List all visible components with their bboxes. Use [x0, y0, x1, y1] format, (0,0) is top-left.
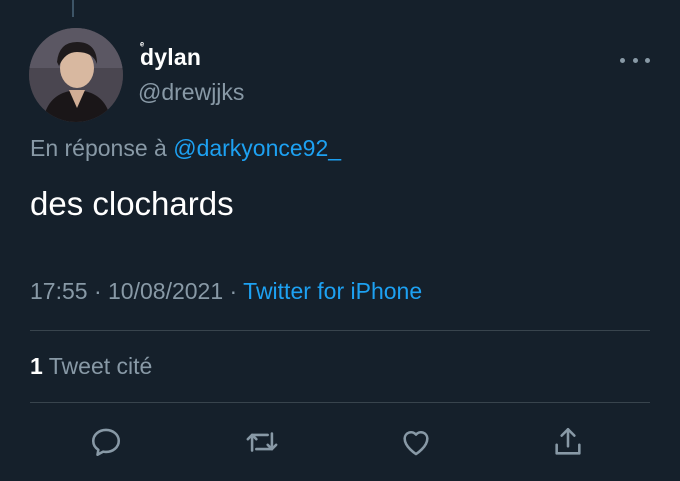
reply-button[interactable]: [84, 420, 128, 464]
avatar[interactable]: [29, 28, 123, 122]
reply-mention-link[interactable]: @darkyonce92_: [173, 135, 341, 161]
tweet-date[interactable]: 10/08/2021: [108, 278, 223, 304]
reply-context: En réponse à @darkyonce92_: [30, 135, 341, 162]
user-handle[interactable]: @drewjjks: [138, 79, 244, 106]
display-name[interactable]: dylan: [140, 44, 201, 71]
tweet-metadata: 17:55 · 10/08/2021 · Twitter for iPhone: [30, 278, 422, 305]
reply-prefix: En réponse à: [30, 135, 167, 161]
quote-label: Tweet cité: [48, 353, 153, 379]
share-button[interactable]: [546, 420, 590, 464]
quote-count: 1: [30, 353, 43, 379]
avatar-image: [29, 28, 123, 122]
divider: [30, 330, 650, 331]
meta-separator: ·: [223, 278, 244, 304]
heart-icon: [403, 430, 429, 456]
retweet-button[interactable]: [240, 420, 284, 464]
tweet-time[interactable]: 17:55: [30, 278, 88, 304]
quote-tweets-stat[interactable]: 1 Tweet cité: [30, 353, 152, 380]
more-horizontal-icon: [620, 57, 625, 63]
tweet-text: des clochards: [30, 185, 234, 222]
tweet-actions-bar: [0, 420, 680, 466]
share-icon: [555, 427, 581, 455]
meta-separator: ·: [87, 278, 109, 304]
divider: [30, 402, 650, 403]
retweet-icon: [246, 432, 278, 452]
more-options-button[interactable]: [620, 52, 650, 68]
reply-icon: [91, 428, 121, 457]
thread-connector-line: [72, 0, 74, 17]
like-button[interactable]: [394, 420, 438, 464]
tweet-source-link[interactable]: Twitter for iPhone: [243, 278, 422, 304]
